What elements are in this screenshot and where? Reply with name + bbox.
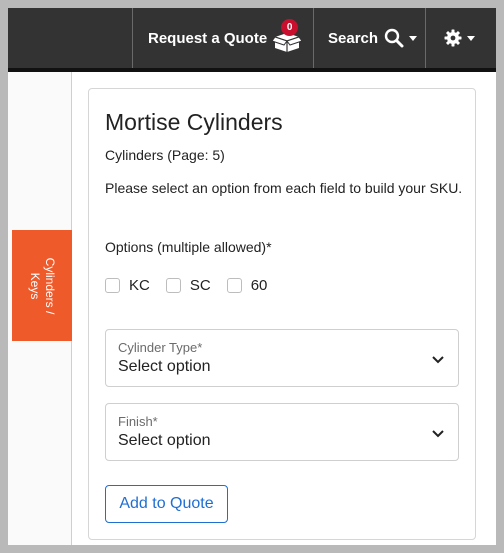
chevron-down-icon (409, 35, 418, 41)
option-label: KC (129, 277, 150, 294)
options-label: Options (multiple allowed)* (105, 239, 272, 255)
instructions-text: Please select an option from each field … (105, 180, 463, 196)
gear-icon (444, 29, 462, 47)
nav-divider (313, 8, 314, 68)
option-sc-checkbox[interactable]: SC (165, 277, 211, 294)
sidebar-tab-label: Cylinders / Keys (28, 257, 57, 314)
cylinder-type-label: Cylinder Type* (118, 340, 203, 355)
left-sidebar: Cylinders / Keys (8, 72, 72, 545)
page-title: Mortise Cylinders (105, 109, 283, 135)
settings-button[interactable] (444, 8, 475, 68)
options-checkbox-group: KC SC 60 (105, 277, 283, 294)
navbar-underline (8, 68, 496, 72)
option-60-checkbox[interactable]: 60 (226, 277, 268, 294)
option-label: 60 (250, 277, 268, 294)
sidebar-tab-cylinders-keys[interactable]: Cylinders / Keys (12, 230, 72, 341)
cylinder-type-value: Select option (118, 358, 211, 375)
search-icon (384, 28, 404, 48)
cylinder-type-select[interactable]: Cylinder Type* Select option (105, 329, 459, 387)
nav-divider (132, 8, 133, 68)
search-button[interactable]: Search (328, 8, 418, 68)
finish-label: Finish* (118, 414, 158, 429)
checkbox-box[interactable] (105, 278, 120, 293)
request-quote-label: Request a Quote (148, 29, 268, 47)
quote-box-icon: 0 (271, 19, 304, 53)
option-label: SC (189, 277, 211, 294)
page-subtitle: Cylinders (Page: 5) (105, 147, 225, 163)
option-kc-checkbox[interactable]: KC (105, 277, 150, 294)
add-to-quote-button[interactable]: Add to Quote (105, 485, 228, 523)
chevron-down-icon (432, 426, 444, 444)
checkbox-box[interactable] (165, 278, 181, 293)
chevron-down-icon (432, 352, 444, 370)
nav-divider (425, 8, 426, 68)
finish-value: Select option (118, 432, 211, 449)
request-quote-button[interactable]: Request a Quote 0 (148, 8, 304, 68)
chevron-down-icon (467, 35, 475, 41)
product-config-card: Mortise Cylinders Cylinders (Page: 5) Pl… (88, 88, 476, 540)
top-navbar: Request a Quote 0 Search (8, 8, 496, 68)
search-label: Search (328, 29, 379, 47)
checkbox-box[interactable] (226, 278, 242, 293)
finish-select[interactable]: Finish* Select option (105, 403, 459, 461)
page: Request a Quote 0 Search Cylinders / Key… (8, 8, 496, 545)
